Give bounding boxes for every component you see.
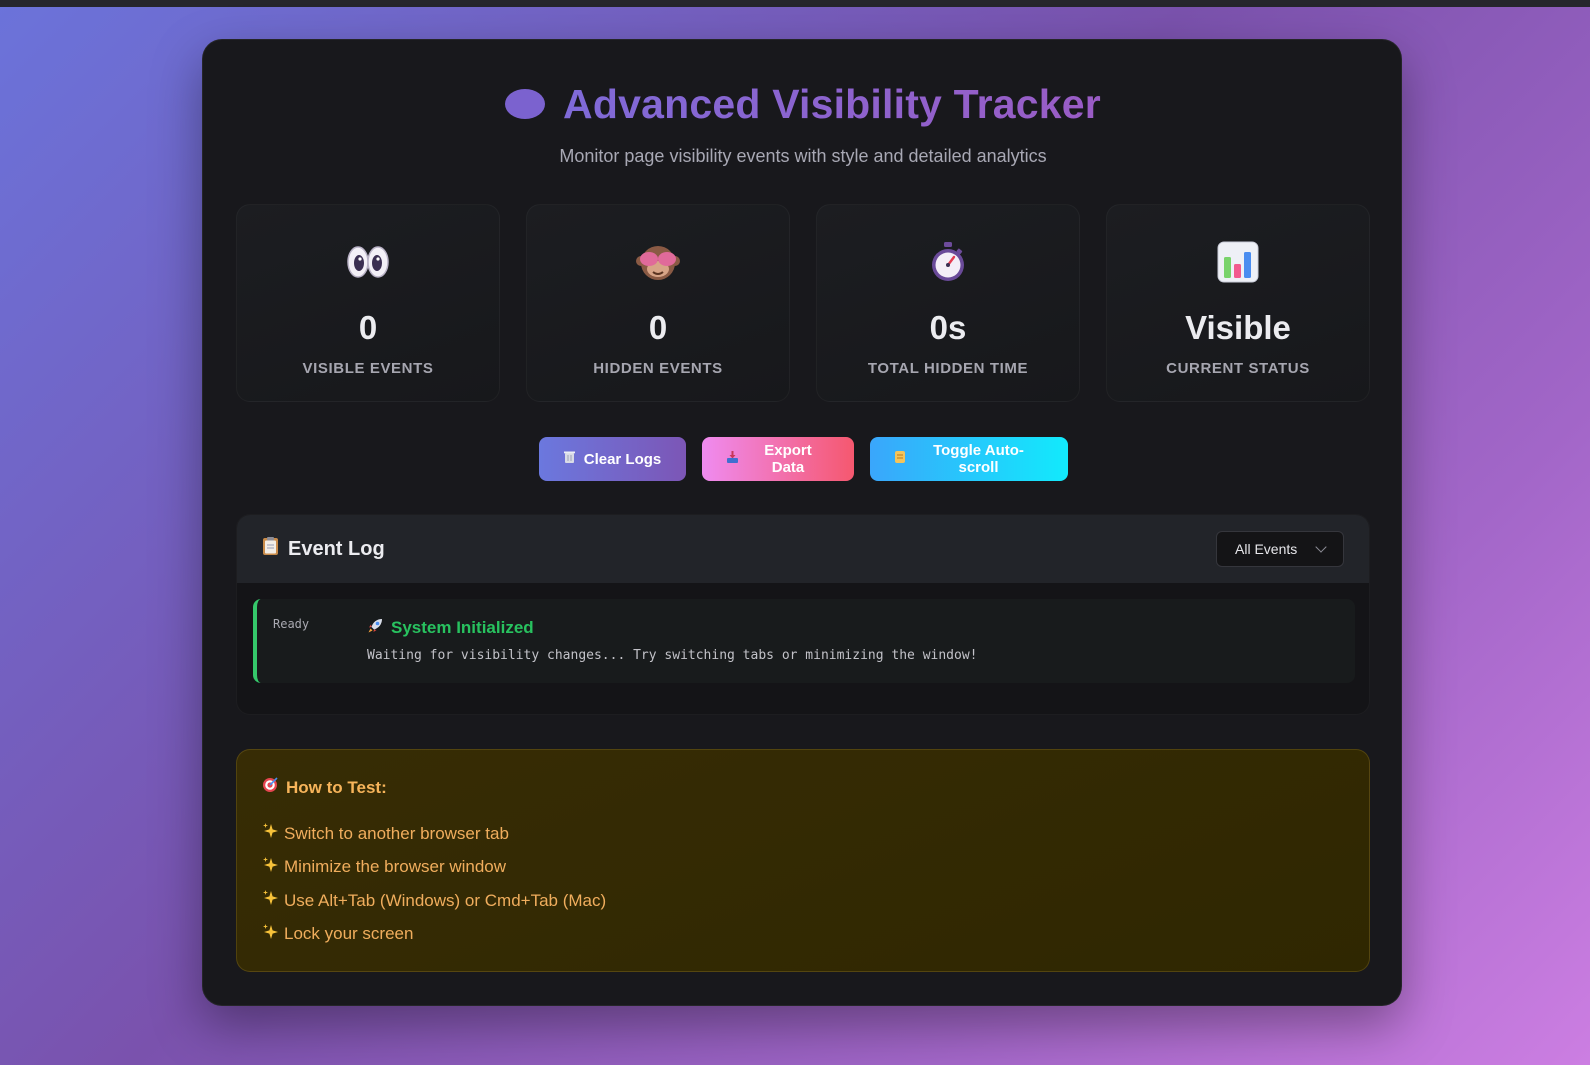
list-item-text: Use Alt+Tab (Windows) or Cmd+Tab (Mac) — [284, 890, 607, 910]
browser-top-bar — [0, 0, 1590, 7]
scroll-icon — [894, 450, 906, 468]
event-filter-value: All Events — [1235, 541, 1298, 557]
export-data-button[interactable]: Export Data — [701, 437, 854, 481]
stopwatch-icon — [817, 238, 1079, 286]
how-to-test-title-text: How to Test: — [286, 777, 387, 797]
clear-logs-label: Clear Logs — [583, 450, 662, 468]
event-log-header: Event Log All Events — [237, 515, 1369, 583]
trash-icon — [563, 450, 576, 468]
stat-label: HIDDEN EVENTS — [593, 360, 723, 377]
event-log-title: Event Log — [262, 536, 385, 562]
action-buttons: Clear Logs Export Data Toggle Auto-scrol… — [203, 437, 1403, 481]
event-log-panel: Event Log All Events Ready System Initia… — [236, 514, 1370, 715]
sparkles-icon — [262, 822, 280, 845]
sparkles-icon — [262, 856, 280, 879]
header: Advanced Visibility Tracker — [203, 78, 1403, 130]
stats-grid: 0 VISIBLE EVENTS 0 HIDDEN EVENTS 0s TOTA… — [236, 204, 1370, 402]
list-item: Lock your screen — [262, 918, 606, 952]
stat-card-visible-events: 0 VISIBLE EVENTS — [236, 204, 500, 402]
stat-card-current-status: Visible CURRENT STATUS — [1106, 204, 1370, 402]
clear-logs-button[interactable]: Clear Logs — [538, 437, 686, 481]
eye-icon — [505, 89, 546, 119]
bar-chart-icon — [1107, 238, 1369, 286]
inbox-tray-icon — [726, 450, 739, 468]
clipboard-icon — [262, 536, 279, 562]
list-item-text: Minimize the browser window — [284, 857, 507, 877]
how-to-test-panel: How to Test: Switch to another browser t… — [236, 749, 1370, 972]
how-to-test-list: Switch to another browser tab Minimize t… — [262, 817, 606, 951]
export-data-label: Export Data — [764, 442, 812, 476]
rocket-icon — [367, 617, 384, 639]
how-to-test-title: How to Test: — [262, 777, 387, 798]
event-log-title-text: Event Log — [288, 537, 385, 560]
log-entry-event-text: System Initialized — [391, 618, 534, 637]
sparkles-icon — [262, 923, 280, 946]
stat-label: CURRENT STATUS — [1166, 360, 1310, 377]
log-entry-message: Waiting for visibility changes... Try sw… — [367, 648, 978, 663]
stat-value: 0 — [358, 309, 378, 346]
eyes-icon — [237, 238, 499, 286]
event-filter-select[interactable]: All Events — [1216, 531, 1344, 567]
sparkles-icon — [262, 889, 280, 912]
stat-card-hidden-events: 0 HIDDEN EVENTS — [526, 204, 790, 402]
stat-label: TOTAL HIDDEN TIME — [867, 360, 1029, 377]
list-item-text: Switch to another browser tab — [284, 823, 509, 843]
list-item: Use Alt+Tab (Windows) or Cmd+Tab (Mac) — [262, 884, 606, 918]
stat-value: 0s — [929, 309, 967, 346]
see-no-evil-monkey-icon — [527, 238, 789, 286]
log-entry-event: System Initialized — [367, 617, 534, 639]
list-item-text: Lock your screen — [284, 924, 414, 944]
chevron-down-icon — [1315, 541, 1327, 553]
target-icon — [262, 777, 278, 798]
log-entry-time: Ready — [273, 617, 310, 631]
stat-label: VISIBLE EVENTS — [302, 360, 434, 377]
stat-card-total-hidden-time: 0s TOTAL HIDDEN TIME — [816, 204, 1080, 402]
page-subtitle: Monitor page visibility events with styl… — [559, 146, 1047, 166]
log-entry: Ready System Initialized Waiting for vis… — [253, 599, 1355, 683]
page-title: Advanced Visibility Tracker — [563, 80, 1101, 127]
toggle-autoscroll-label: Toggle Auto-scroll — [933, 442, 1024, 476]
stat-value: 0 — [648, 309, 668, 346]
stat-value: Visible — [1185, 309, 1291, 346]
list-item: Switch to another browser tab — [262, 817, 606, 851]
tracker-card: Advanced Visibility Tracker Monitor page… — [202, 39, 1402, 1006]
toggle-autoscroll-button[interactable]: Toggle Auto-scroll — [869, 437, 1068, 481]
list-item: Minimize the browser window — [262, 851, 606, 885]
